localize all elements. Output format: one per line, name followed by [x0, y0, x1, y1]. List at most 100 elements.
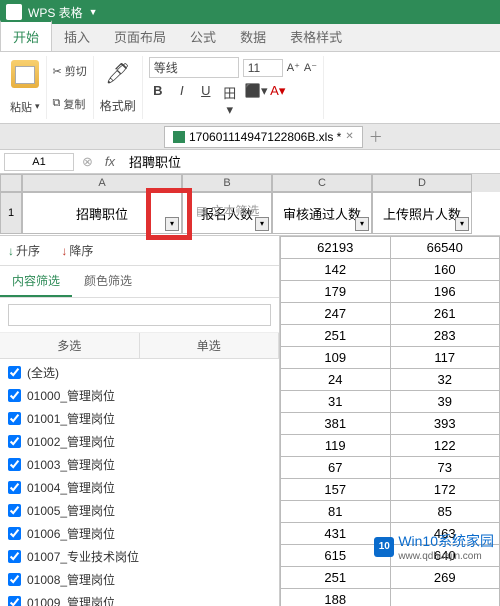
tab-home[interactable]: 开始	[0, 20, 52, 51]
cell-c[interactable]: 179	[281, 281, 391, 303]
cell-c[interactable]: 381	[281, 413, 391, 435]
cell-a1[interactable]: 招聘职位 ▾	[22, 192, 182, 234]
table-row[interactable]: 142160	[281, 259, 500, 281]
cell-d[interactable]: 393	[390, 413, 500, 435]
filter-search-input[interactable]	[8, 304, 271, 326]
border-button[interactable]: 田▾	[221, 83, 239, 118]
font-shrink-button[interactable]: A⁻	[304, 61, 317, 74]
cell-d[interactable]: 196	[390, 281, 500, 303]
close-tab-icon[interactable]: ✕	[345, 131, 353, 142]
cell-c[interactable]: 251	[281, 325, 391, 347]
table-row[interactable]: 8185	[281, 501, 500, 523]
italic-button[interactable]: I	[173, 83, 191, 118]
copy-button[interactable]: ⧉复制	[53, 96, 87, 112]
new-tab-button[interactable]: ＋	[369, 127, 383, 147]
filter-dropdown-a[interactable]: ▾	[165, 217, 179, 231]
table-row[interactable]: 6773	[281, 457, 500, 479]
cell-d1[interactable]: 上传照片人数 ▾	[372, 192, 472, 234]
cell-c[interactable]: 31	[281, 391, 391, 413]
cell-d[interactable]: 32	[390, 369, 500, 391]
text-filter-button[interactable]: ▤ 文本筛选	[196, 202, 259, 219]
cell-d[interactable]: 117	[390, 347, 500, 369]
cell-c[interactable]: 251	[281, 567, 391, 589]
cell-d[interactable]: 172	[390, 479, 500, 501]
row-header-1[interactable]: 1	[0, 192, 22, 234]
format-painter-button[interactable]: 格式刷	[100, 97, 136, 114]
font-name-select[interactable]: 等线	[149, 57, 239, 78]
filter-dropdown-c[interactable]: ▾	[355, 217, 369, 231]
table-row[interactable]: 381393	[281, 413, 500, 435]
tab-insert[interactable]: 插入	[52, 22, 102, 51]
table-row[interactable]: 6219366540	[281, 237, 500, 259]
cell-c[interactable]: 188	[281, 589, 391, 606]
cell-c[interactable]: 67	[281, 457, 391, 479]
table-row[interactable]: 3139	[281, 391, 500, 413]
cell-c[interactable]: 157	[281, 479, 391, 501]
font-color-button[interactable]: A▾	[269, 83, 287, 118]
paste-icon[interactable]	[11, 60, 39, 88]
column-header-d[interactable]: D	[372, 174, 472, 192]
filter-tab-content[interactable]: 内容筛选	[0, 266, 72, 297]
tab-formula[interactable]: 公式	[178, 22, 228, 51]
ribbon-tabs: 开始 插入 页面布局 公式 数据 表格样式	[0, 24, 500, 52]
cell-d[interactable]: 39	[390, 391, 500, 413]
underline-button[interactable]: U	[197, 83, 215, 118]
filter-tab-color[interactable]: 颜色筛选	[72, 266, 144, 297]
app-menu-dropdown-icon[interactable]: ▼	[89, 7, 98, 17]
fx-icon[interactable]: fx	[97, 154, 123, 169]
table-row[interactable]: 157172	[281, 479, 500, 501]
column-header-b[interactable]: B	[182, 174, 272, 192]
table-row[interactable]: 251269	[281, 567, 500, 589]
cell-c[interactable]: 62193	[281, 237, 391, 259]
select-all-corner[interactable]	[0, 174, 22, 192]
cell-c[interactable]: 142	[281, 259, 391, 281]
filter-dropdown-b[interactable]: ▾	[255, 217, 269, 231]
table-row[interactable]: 179196	[281, 281, 500, 303]
watermark-logo-icon: 10	[374, 537, 394, 557]
cell-c[interactable]: 247	[281, 303, 391, 325]
fx-cancel-icon[interactable]: ⊗	[78, 154, 97, 170]
cell-d[interactable]: 85	[390, 501, 500, 523]
cell-c[interactable]: 81	[281, 501, 391, 523]
table-row[interactable]: 119122	[281, 435, 500, 457]
column-header-a[interactable]: A	[22, 174, 182, 192]
table-row[interactable]: 247261	[281, 303, 500, 325]
cell-d[interactable]	[390, 589, 500, 606]
cut-button[interactable]: ✂剪切	[53, 63, 87, 79]
cell-c[interactable]: 24	[281, 369, 391, 391]
sort-asc-button[interactable]: 升序	[8, 244, 40, 258]
sort-desc-button[interactable]: 降序	[61, 244, 93, 258]
check-item: 01002_管理岗位	[8, 430, 271, 453]
multi-select-button[interactable]: 多选	[0, 333, 140, 358]
table-row[interactable]: 2432	[281, 369, 500, 391]
cell-d[interactable]: 73	[390, 457, 500, 479]
fill-color-button[interactable]: ⬛▾	[245, 83, 263, 118]
cell-d[interactable]: 122	[390, 435, 500, 457]
funnel-icon: ▤	[196, 204, 207, 218]
cell-c[interactable]: 109	[281, 347, 391, 369]
table-row[interactable]: 188	[281, 589, 500, 606]
single-select-button[interactable]: 单选	[140, 333, 280, 358]
name-box[interactable]: A1	[4, 153, 74, 171]
cell-d[interactable]: 160	[390, 259, 500, 281]
check-item: 01003_管理岗位	[8, 453, 271, 476]
cell-d[interactable]: 66540	[390, 237, 500, 259]
cell-d[interactable]: 261	[390, 303, 500, 325]
tab-layout[interactable]: 页面布局	[102, 22, 178, 51]
font-size-select[interactable]: 11	[243, 59, 283, 77]
cell-d[interactable]: 269	[390, 567, 500, 589]
column-header-c[interactable]: C	[272, 174, 372, 192]
table-row[interactable]: 251283	[281, 325, 500, 347]
font-grow-button[interactable]: A⁺	[287, 61, 300, 74]
table-row[interactable]: 109117	[281, 347, 500, 369]
cell-d[interactable]: 283	[390, 325, 500, 347]
tab-table-style[interactable]: 表格样式	[278, 22, 354, 51]
formula-input[interactable]: 招聘职位	[123, 150, 500, 173]
bold-button[interactable]: B	[149, 83, 167, 118]
cell-c[interactable]: 119	[281, 435, 391, 457]
document-tab[interactable]: 170601114947122806B.xls * ✕	[164, 126, 363, 148]
filter-dropdown-d[interactable]: ▾	[455, 217, 469, 231]
tab-data[interactable]: 数据	[228, 22, 278, 51]
filter-check-list[interactable]: (全选) 01000_管理岗位 01001_管理岗位 01002_管理岗位 01…	[0, 359, 279, 606]
cell-c1[interactable]: 审核通过人数 ▾	[272, 192, 372, 234]
